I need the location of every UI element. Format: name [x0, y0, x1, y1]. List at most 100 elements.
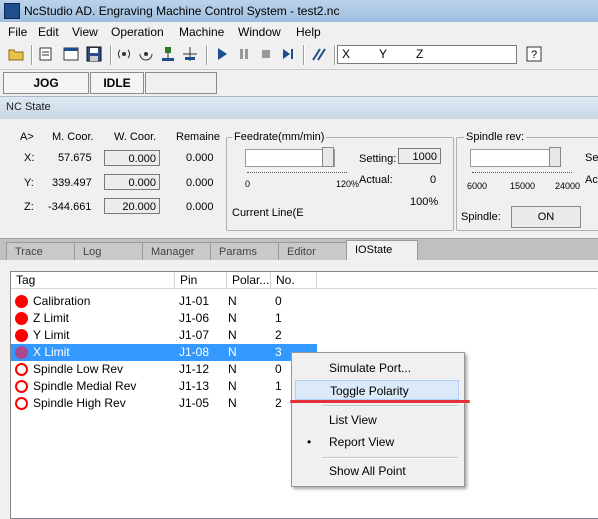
menu-operation[interactable]: Operation — [111, 25, 164, 39]
feedrate-percent: 100% — [410, 196, 439, 208]
tab-params[interactable]: Params — [210, 242, 282, 261]
io-pin: J1-07 — [179, 328, 210, 342]
status-row: JOG IDLE — [0, 70, 598, 95]
feedrate-slider-thumb[interactable] — [322, 147, 334, 167]
step-icon[interactable] — [280, 46, 296, 62]
jog-icon[interactable] — [311, 46, 327, 62]
io-no: 2 — [275, 328, 282, 342]
io-row-y-limit[interactable]: Y Limit J1-07 N 2 — [11, 327, 317, 344]
menu-item-show-all-point[interactable]: Show All Point — [295, 461, 459, 481]
signal-icon[interactable] — [116, 46, 132, 62]
tab-log[interactable]: Log — [74, 242, 146, 261]
spindle-ticks — [472, 172, 572, 177]
z-wcoor: 20.000 — [104, 198, 160, 214]
menu-view[interactable]: View — [72, 25, 98, 39]
window-icon[interactable] — [63, 46, 79, 62]
save-icon[interactable] — [86, 46, 102, 62]
led-on-icon — [15, 295, 28, 308]
spindle-on-button[interactable]: ON — [511, 206, 581, 228]
io-polarity: N — [228, 345, 237, 359]
io-polarity: N — [228, 362, 237, 376]
menu-file[interactable]: File — [8, 25, 27, 39]
menu-item-list-view[interactable]: List View — [295, 410, 459, 430]
menu-item-toggle-polarity[interactable]: Toggle Polarity — [295, 380, 459, 400]
app-icon — [4, 3, 20, 19]
io-row-spindle-high-rev[interactable]: Spindle High Rev J1-05 N 2 — [11, 395, 317, 412]
led-on-icon — [15, 329, 28, 342]
col-tag[interactable]: Tag — [11, 272, 175, 289]
highlight-underline — [290, 400, 470, 403]
spindle-title: Spindle rev: — [464, 131, 527, 143]
io-row-z-limit[interactable]: Z Limit J1-06 N 1 — [11, 310, 317, 327]
axis-x-label: X — [342, 47, 351, 61]
io-polarity: N — [228, 311, 237, 325]
report-view-label: Report View — [329, 435, 395, 449]
stop-icon[interactable] — [258, 46, 274, 62]
menu-item-report-view[interactable]: • Report View — [295, 432, 459, 452]
io-no: 3 — [275, 345, 282, 359]
tab-editor[interactable]: Editor — [278, 242, 350, 261]
spindle-actual-label: Ac — [585, 174, 598, 186]
nc-state-header: NC State — [0, 96, 598, 120]
feedrate-title: Feedrate(mm/min) — [232, 131, 327, 143]
io-row-calibration[interactable]: Calibration J1-01 N 0 — [11, 293, 317, 310]
open-file-icon[interactable] — [8, 46, 24, 62]
pause-icon[interactable] — [236, 46, 252, 62]
menu-help[interactable]: Help — [296, 25, 321, 39]
origin-icon[interactable] — [182, 46, 198, 62]
window-title: NcStudio AD. Engraving Machine Control S… — [24, 4, 340, 18]
menu-item-simulate-port[interactable]: Simulate Port... — [295, 358, 459, 378]
current-line-label: Current Line(E — [232, 207, 304, 219]
spindle-set-label: Set — [585, 152, 598, 164]
state-indicator: IDLE — [90, 72, 144, 94]
io-row-spindle-medial-rev[interactable]: Spindle Medial Rev J1-13 N 1 — [11, 378, 317, 395]
tool-icon[interactable] — [160, 46, 176, 62]
led-on-icon — [15, 312, 28, 325]
io-no: 2 — [275, 396, 282, 410]
col-no[interactable]: No. — [271, 272, 317, 289]
col-pin[interactable]: Pin — [175, 272, 227, 289]
status-empty — [145, 72, 217, 94]
io-pin: J1-06 — [179, 311, 210, 325]
io-row-spindle-low-rev[interactable]: Spindle Low Rev J1-12 N 0 — [11, 361, 317, 378]
setting-value[interactable]: 1000 — [398, 148, 441, 164]
feedrate-min: 0 — [245, 179, 251, 189]
spindle-tick-15000: 15000 — [510, 181, 536, 191]
help-icon[interactable]: ? — [526, 46, 542, 62]
y-remain: 0.000 — [186, 177, 214, 189]
io-tag: Z Limit — [33, 311, 69, 325]
io-row-x-limit[interactable]: X Limit J1-08 N 3 — [11, 344, 317, 361]
edit-icon[interactable] — [38, 46, 54, 62]
io-pin: J1-13 — [179, 379, 210, 393]
io-polarity: N — [228, 328, 237, 342]
x-wcoor: 0.000 — [104, 150, 160, 166]
axis-col-header: A> — [20, 131, 34, 143]
mcoor-col-header: M. Coor. — [52, 131, 94, 143]
tab-manager[interactable]: Manager — [142, 242, 214, 261]
spindle-icon[interactable] — [138, 46, 154, 62]
menu-separator — [322, 405, 458, 407]
menu-edit[interactable]: Edit — [38, 25, 59, 39]
col-empty — [317, 272, 597, 289]
mode-indicator: JOG — [3, 72, 89, 94]
y-axis-label: Y: — [24, 177, 34, 189]
tab-trace[interactable]: Trace — [6, 242, 78, 261]
spindle-slider[interactable] — [470, 149, 558, 167]
io-tag: Spindle High Rev — [33, 396, 126, 410]
io-tag: Calibration — [33, 294, 91, 308]
x-remain: 0.000 — [186, 152, 214, 164]
axis-selector[interactable]: X Y Z — [337, 45, 517, 64]
io-no: 0 — [275, 294, 282, 308]
menu-machine[interactable]: Machine — [179, 25, 224, 39]
spindle-slider-thumb[interactable] — [549, 147, 561, 167]
io-no: 1 — [275, 379, 282, 393]
z-mcoor: -344.661 — [48, 201, 92, 213]
start-icon[interactable] — [214, 46, 230, 62]
menu-window[interactable]: Window — [238, 25, 281, 39]
spindle-tick-6000: 6000 — [467, 181, 488, 191]
tab-iostate[interactable]: IOState — [346, 240, 418, 262]
spindle-label: Spindle: — [461, 211, 501, 223]
remain-col-header: Remaine — [176, 131, 221, 143]
z-axis-label: Z: — [24, 201, 34, 213]
col-polarity[interactable]: Polar... — [227, 272, 271, 289]
